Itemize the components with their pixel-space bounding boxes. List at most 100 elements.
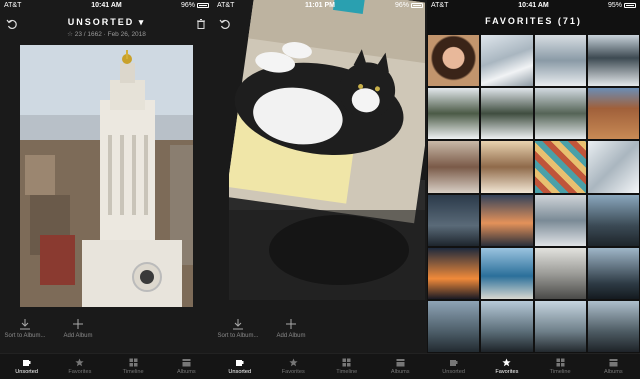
tab-unsorted[interactable]: Unsorted <box>0 354 53 379</box>
thumbnail-view[interactable] <box>481 300 533 352</box>
thumbnail-snow[interactable] <box>587 35 639 87</box>
tab-albums[interactable]: Albums <box>587 354 640 379</box>
favorites-screen: AT&T 10:41 AM 95% FAVORITES (71) Unsorte… <box>427 0 640 379</box>
tab-bar: Unsorted Favorites Timeline Albums <box>0 353 213 379</box>
thumbnail-sunset[interactable] <box>481 194 533 246</box>
tab-albums[interactable]: Albums <box>374 354 428 379</box>
grid-icon <box>342 358 351 367</box>
battery-indicator: 96% <box>395 2 423 9</box>
plus-icon <box>286 319 296 329</box>
grid-icon <box>129 358 138 367</box>
albums-icon <box>396 359 405 367</box>
thumbnail-snow[interactable] <box>481 35 533 87</box>
tab-favorites[interactable]: Favorites <box>53 354 106 379</box>
thumbnail-window[interactable] <box>587 194 639 246</box>
thumbnail-ice[interactable] <box>587 141 639 193</box>
photo-counter: ☆ 23 / 1662 · Feb 26, 2018 <box>67 31 146 38</box>
unsorted-screen: AT&T 10:41 AM 96% UNSORTED ▾ ☆ 23 / 1662… <box>0 0 213 379</box>
tab-unsorted[interactable]: Unsorted <box>427 354 480 379</box>
sort-to-album-label: Sort to Album... <box>4 333 46 339</box>
tab-favorites-label: Favorites <box>68 369 92 375</box>
thumbnail-sunset[interactable] <box>428 247 480 299</box>
thumbnail-snow[interactable] <box>534 88 586 140</box>
thumbnail-view[interactable] <box>534 300 586 352</box>
tab-timeline-label: Timeline <box>336 369 358 375</box>
thumbnail-view[interactable] <box>587 247 639 299</box>
tab-albums-label: Albums <box>604 369 623 375</box>
unsorted-icon <box>450 360 458 366</box>
star-icon <box>75 358 85 367</box>
thumbnail-pool[interactable] <box>481 247 533 299</box>
thumbnail-hotel[interactable] <box>428 141 480 193</box>
tab-bar: Unsorted Favorites Timeline Albums <box>427 353 640 379</box>
sort-to-album-label: Sort to Album... <box>217 333 259 339</box>
add-album-label: Add Album <box>63 333 93 339</box>
tab-favorites[interactable]: Favorites <box>267 354 321 379</box>
tab-timeline-label: Timeline <box>549 369 571 375</box>
battery-percent: 96% <box>394 2 409 9</box>
tab-timeline[interactable]: Timeline <box>534 354 587 379</box>
thumbnail-snow[interactable] <box>534 35 586 87</box>
thumbnail-snow[interactable] <box>428 88 480 140</box>
tab-timeline[interactable]: Timeline <box>320 354 374 379</box>
battery-percent: 95% <box>607 2 622 9</box>
albums-icon <box>182 359 191 367</box>
status-bar: AT&T 10:41 AM 95% <box>427 0 640 12</box>
tab-unsorted[interactable]: Unsorted <box>213 354 267 379</box>
battery-indicator: 95% <box>608 2 636 9</box>
sort-to-album-button[interactable]: Sort to Album... <box>213 318 263 339</box>
tab-favorites-label: Favorites <box>281 369 305 375</box>
battery-indicator: 96% <box>181 2 209 9</box>
thumbnail-tree[interactable] <box>428 194 480 246</box>
current-photo-cathedral[interactable] <box>20 45 193 307</box>
star-icon <box>289 358 298 367</box>
unsorted-swipe-screen: AT&T 11:01 PM 96% Sort to Album... Add A… <box>213 0 427 379</box>
tab-unsorted-label: Unsorted <box>15 369 38 375</box>
thumbnail-bedroom[interactable] <box>534 194 586 246</box>
unsorted-icon <box>23 360 31 366</box>
unsorted-icon <box>236 360 244 366</box>
tab-favorites-label: Favorites <box>495 369 519 375</box>
grid-icon <box>556 358 565 367</box>
bottom-actions: Sort to Album... Add Album <box>0 318 213 348</box>
thumbnail-snow[interactable] <box>481 88 533 140</box>
tab-favorites[interactable]: Favorites <box>480 354 533 379</box>
sort-to-album-button[interactable]: Sort to Album... <box>0 318 50 339</box>
thumbnail-quilt[interactable] <box>534 141 586 193</box>
page-title: FAVORITES (71) <box>485 16 582 26</box>
thumbnail-bathroom[interactable] <box>534 247 586 299</box>
battery-icon <box>624 2 636 8</box>
download-icon <box>20 319 30 330</box>
tab-timeline[interactable]: Timeline <box>107 354 160 379</box>
add-album-label: Add Album <box>276 333 306 339</box>
bottom-actions: Sort to Album... Add Album <box>213 318 427 348</box>
status-bar: AT&T 11:01 PM 96% <box>213 0 427 12</box>
tab-bar: Unsorted Favorites Timeline Albums <box>213 353 427 379</box>
header: UNSORTED ▾ ☆ 23 / 1662 · Feb 26, 2018 <box>0 12 213 42</box>
trash-icon[interactable] <box>195 18 207 30</box>
tab-unsorted-label: Unsorted <box>228 369 252 375</box>
battery-percent: 96% <box>180 2 195 9</box>
page-title[interactable]: UNSORTED ▾ <box>0 17 213 28</box>
status-bar: AT&T 10:41 AM 96% <box>0 0 213 12</box>
tab-albums-label: Albums <box>177 369 196 375</box>
cathedral-photo-image <box>20 45 193 307</box>
cat-photo-swiping[interactable] <box>229 0 425 300</box>
tab-timeline-label: Timeline <box>122 369 144 375</box>
tab-albums[interactable]: Albums <box>160 354 213 379</box>
chevron-down-icon: ▾ <box>138 17 146 27</box>
download-icon <box>233 319 243 330</box>
tab-albums-label: Albums <box>390 369 410 375</box>
thumbnail-building[interactable] <box>587 88 639 140</box>
plus-icon <box>73 319 83 329</box>
albums-icon <box>609 359 618 367</box>
favorites-grid <box>427 35 640 352</box>
thumbnail-portrait[interactable] <box>428 35 480 87</box>
thumbnail-view[interactable] <box>428 300 480 352</box>
thumbnail-room[interactable] <box>481 141 533 193</box>
tab-unsorted-label: Unsorted <box>442 369 465 375</box>
thumbnail-view[interactable] <box>587 300 639 352</box>
add-album-button[interactable]: Add Album <box>266 318 316 339</box>
star-icon <box>502 358 512 367</box>
add-album-button[interactable]: Add Album <box>53 318 103 339</box>
